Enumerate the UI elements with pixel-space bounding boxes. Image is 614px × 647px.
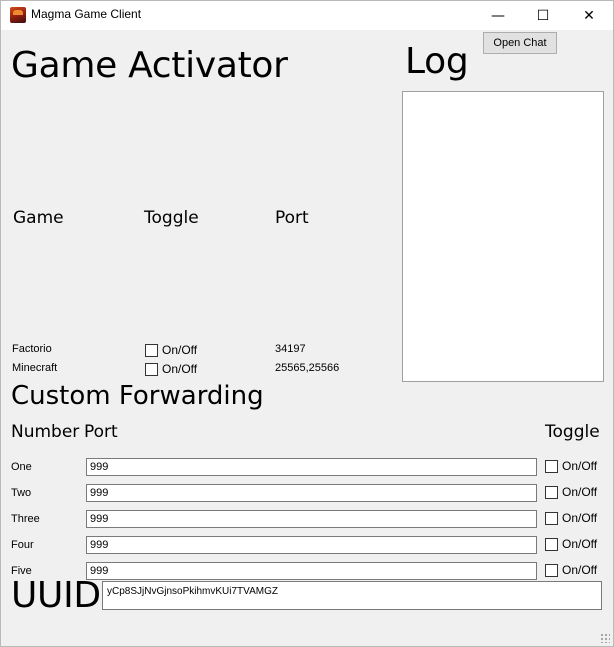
forward-checkbox[interactable] xyxy=(545,485,558,499)
forward-toggle-column-header: Toggle xyxy=(545,422,600,442)
forward-toggle-label: On/Off xyxy=(562,537,598,551)
factorio-checkbox[interactable] xyxy=(145,343,158,357)
game-name-factorio: Factorio xyxy=(12,343,52,355)
uuid-label: UUID xyxy=(11,575,101,616)
minimize-button[interactable]: — xyxy=(475,1,521,30)
forward-checkbox[interactable] xyxy=(545,511,558,525)
forward-toggle[interactable]: On/Off xyxy=(545,459,597,473)
window-title: Magma Game Client xyxy=(31,7,142,21)
number-column-header: Number xyxy=(11,422,80,442)
log-heading: Log xyxy=(405,41,469,82)
forward-row-label: Three xyxy=(11,513,40,525)
forward-toggle-label: On/Off xyxy=(562,459,598,473)
forward-row-label: Two xyxy=(11,487,32,499)
magma-app-icon xyxy=(10,7,26,23)
minecraft-checkbox[interactable] xyxy=(145,362,158,376)
forward-toggle[interactable]: On/Off xyxy=(545,537,597,551)
minecraft-port: 25565,25566 xyxy=(275,362,340,374)
app-window: Magma Game Client — ☐ ✕ Game Activator G… xyxy=(0,0,614,647)
close-button[interactable]: ✕ xyxy=(566,1,612,30)
forward-port-input[interactable]: 999 xyxy=(86,510,537,528)
forward-toggle[interactable]: On/Off xyxy=(545,511,597,525)
game-column-header: Game xyxy=(13,208,64,228)
forward-port-column-header: Port xyxy=(84,422,118,442)
factorio-toggle[interactable]: On/Off xyxy=(145,343,197,357)
game-activator-heading: Game Activator xyxy=(11,45,288,86)
forward-toggle-label: On/Off xyxy=(562,485,598,499)
forward-toggle[interactable]: On/Off xyxy=(545,563,597,577)
forward-checkbox[interactable] xyxy=(545,459,558,473)
custom-forwarding-heading: Custom Forwarding xyxy=(11,381,264,411)
toggle-column-header: Toggle xyxy=(144,208,199,228)
port-column-header: Port xyxy=(275,208,309,228)
log-output[interactable] xyxy=(402,91,604,382)
resize-grip-icon[interactable] xyxy=(600,633,610,643)
forward-toggle-label: On/Off xyxy=(562,511,598,525)
uuid-input[interactable]: yCp8SJjNvGjnsoPkihmvKUi7TVAMGZ xyxy=(102,581,602,610)
forward-row-label: Four xyxy=(11,539,34,551)
maximize-button[interactable]: ☐ xyxy=(520,1,566,30)
forward-toggle[interactable]: On/Off xyxy=(545,485,597,499)
forward-toggle-label: On/Off xyxy=(562,563,598,577)
minecraft-toggle-label: On/Off xyxy=(162,362,198,376)
forward-port-input[interactable]: 999 xyxy=(86,562,537,580)
title-bar: Magma Game Client — ☐ ✕ xyxy=(1,1,613,30)
forward-checkbox[interactable] xyxy=(545,537,558,551)
forward-checkbox[interactable] xyxy=(545,563,558,577)
factorio-toggle-label: On/Off xyxy=(162,343,198,357)
open-chat-button[interactable]: Open Chat xyxy=(483,32,557,54)
forward-port-input[interactable]: 999 xyxy=(86,458,537,476)
forward-row-label: One xyxy=(11,461,32,473)
forward-port-input[interactable]: 999 xyxy=(86,484,537,502)
game-name-minecraft: Minecraft xyxy=(12,362,58,374)
forward-port-input[interactable]: 999 xyxy=(86,536,537,554)
factorio-port: 34197 xyxy=(275,343,306,355)
minecraft-toggle[interactable]: On/Off xyxy=(145,362,197,376)
